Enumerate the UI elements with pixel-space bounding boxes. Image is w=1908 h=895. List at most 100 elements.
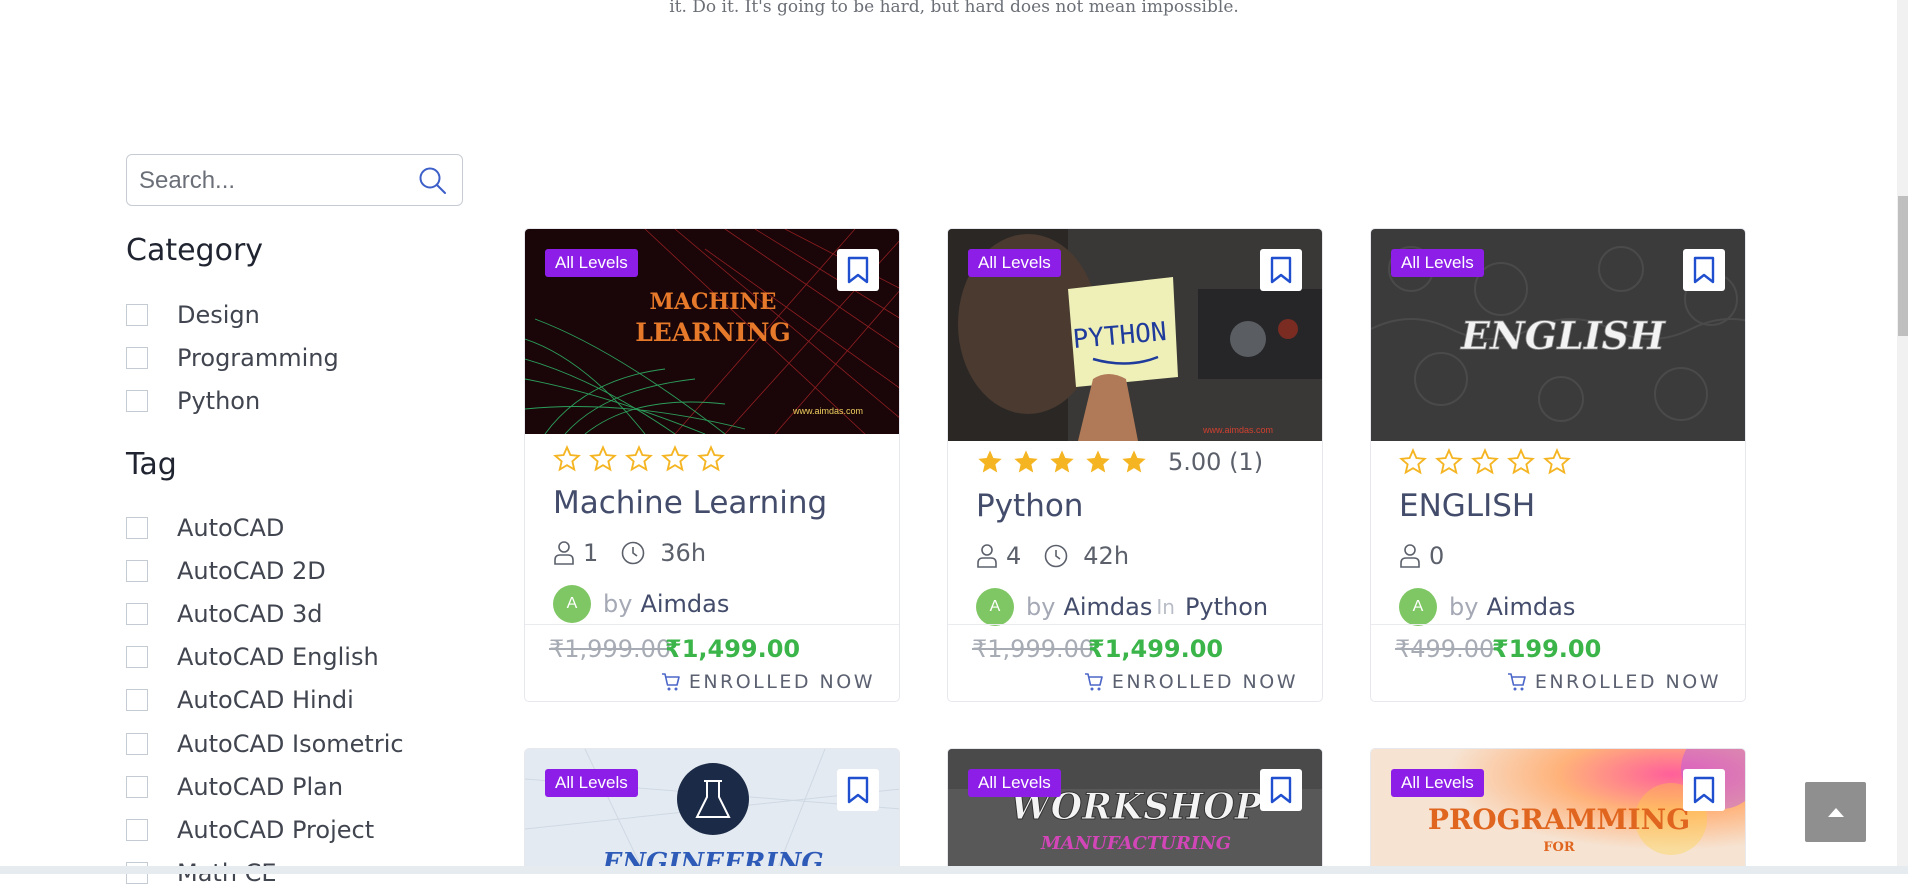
cart-icon bbox=[661, 673, 680, 691]
scrollbar-thumb[interactable] bbox=[1898, 196, 1908, 336]
tag-filter-item[interactable]: AutoCAD English bbox=[126, 636, 404, 679]
checkbox[interactable] bbox=[126, 602, 148, 625]
category-filter-item[interactable]: Python bbox=[126, 379, 339, 422]
student-count: 1 bbox=[583, 539, 599, 567]
course-card[interactable]: ENGINEERING All Levels bbox=[524, 748, 900, 874]
star-empty-icon bbox=[1399, 448, 1427, 475]
course-title[interactable]: Machine Learning bbox=[553, 485, 827, 521]
thumb-subtitle: FOR bbox=[1543, 840, 1575, 855]
filter-label: AutoCAD Plan bbox=[177, 772, 344, 801]
checkbox[interactable] bbox=[126, 516, 148, 539]
filter-label: AutoCAD 3d bbox=[177, 599, 323, 628]
original-price: ₹499.00 bbox=[1395, 635, 1495, 663]
filter-label: Design bbox=[177, 300, 260, 329]
course-title[interactable]: ENGLISH bbox=[1399, 488, 1535, 524]
category-filter-item[interactable]: Programming bbox=[126, 336, 339, 379]
tag-filter-item[interactable]: AutoCAD Hindi bbox=[126, 679, 404, 722]
tag-filter-item[interactable]: AutoCAD bbox=[126, 506, 404, 549]
bookmark-button[interactable] bbox=[1260, 769, 1302, 811]
author-link[interactable]: Aimdas bbox=[640, 590, 729, 618]
checkbox[interactable] bbox=[126, 303, 148, 326]
avatar[interactable]: A bbox=[553, 585, 591, 623]
search-input[interactable] bbox=[137, 164, 411, 198]
star-empty-icon bbox=[1543, 448, 1571, 475]
scrollbar-track[interactable] bbox=[1897, 0, 1908, 874]
avatar[interactable]: A bbox=[1399, 588, 1437, 626]
course-author: A by Aimdas bbox=[1399, 588, 1575, 626]
filter-label: Python bbox=[177, 386, 261, 415]
star-rating: 5.00 (1) bbox=[976, 448, 1263, 476]
category-link[interactable]: Python bbox=[1185, 593, 1268, 621]
back-to-top-button[interactable] bbox=[1805, 782, 1866, 842]
cart-icon bbox=[1084, 673, 1103, 691]
category-heading: Category bbox=[126, 233, 264, 268]
bookmark-icon bbox=[1270, 256, 1292, 284]
avatar[interactable]: A bbox=[976, 588, 1014, 626]
bookmark-button[interactable] bbox=[1683, 769, 1725, 811]
course-thumbnail[interactable]: ENGINEERING bbox=[525, 749, 900, 874]
in-label: In bbox=[1156, 595, 1175, 619]
tag-filter-item[interactable]: AutoCAD Isometric bbox=[126, 722, 404, 765]
clock-icon bbox=[1044, 544, 1068, 568]
star-empty-icon bbox=[661, 445, 689, 472]
course-meta: 1 36h bbox=[553, 539, 706, 567]
bookmark-button[interactable] bbox=[1683, 249, 1725, 291]
checkbox[interactable] bbox=[126, 646, 148, 669]
checkbox[interactable] bbox=[126, 389, 148, 412]
filter-label: AutoCAD Isometric bbox=[177, 729, 404, 758]
clock-icon bbox=[621, 541, 645, 565]
thumb-title-line2: LEARNING bbox=[635, 318, 791, 347]
card-footer: ₹499.00 ₹199.00 ENROLLED NOW bbox=[1371, 624, 1745, 701]
bookmark-button[interactable] bbox=[837, 249, 879, 291]
bookmark-button[interactable] bbox=[837, 769, 879, 811]
category-filter-item[interactable]: Design bbox=[126, 293, 339, 336]
tag-heading: Tag bbox=[126, 447, 177, 482]
checkbox[interactable] bbox=[126, 346, 148, 369]
course-card[interactable]: MACHINE LEARNING www.aimdas.com All Leve… bbox=[524, 228, 900, 702]
level-badge: All Levels bbox=[968, 769, 1061, 797]
thumb-title-line1: MACHINE bbox=[650, 289, 777, 315]
level-badge: All Levels bbox=[545, 249, 638, 277]
star-empty-icon bbox=[1507, 448, 1535, 475]
author-link[interactable]: Aimdas bbox=[1486, 593, 1575, 621]
tag-filter-item[interactable]: AutoCAD 3d bbox=[126, 592, 404, 635]
checkbox[interactable] bbox=[126, 559, 148, 582]
tag-filter-item[interactable]: AutoCAD 2D bbox=[126, 549, 404, 592]
tag-filter-item[interactable]: AutoCAD Plan bbox=[126, 765, 404, 808]
checkbox[interactable] bbox=[126, 732, 148, 755]
bookmark-icon bbox=[847, 776, 869, 804]
student-count: 0 bbox=[1429, 542, 1445, 570]
checkbox[interactable] bbox=[126, 689, 148, 712]
course-thumbnail[interactable]: WORKSHOP MANUFACTURING bbox=[948, 749, 1323, 874]
bookmark-button[interactable] bbox=[1260, 249, 1302, 291]
search-icon[interactable] bbox=[418, 166, 448, 196]
course-card[interactable]: PROGRAMMING FOR All Levels bbox=[1370, 748, 1746, 874]
course-title[interactable]: Python bbox=[976, 488, 1083, 524]
star-rating bbox=[553, 445, 733, 473]
filter-label: AutoCAD Hindi bbox=[177, 686, 354, 715]
star-filled-icon bbox=[1122, 450, 1146, 473]
course-duration: 36h bbox=[660, 539, 707, 567]
checkbox[interactable] bbox=[126, 775, 148, 798]
enroll-label: ENROLLED NOW bbox=[688, 671, 875, 693]
star-filled-icon bbox=[1014, 450, 1038, 473]
enroll-label: ENROLLED NOW bbox=[1534, 671, 1721, 693]
tag-filter-item[interactable]: AutoCAD Project bbox=[126, 808, 404, 851]
search-box bbox=[126, 154, 463, 206]
category-filter-list: Design Programming Python bbox=[126, 293, 339, 423]
course-card[interactable]: ENGLISH All Levels ENGLISH 0 A by Aimdas… bbox=[1370, 228, 1746, 702]
course-card[interactable]: WORKSHOP MANUFACTURING All Levels bbox=[947, 748, 1323, 874]
enroll-button[interactable]: ENROLLED NOW bbox=[1084, 671, 1298, 693]
user-icon bbox=[554, 541, 574, 565]
bottom-divider bbox=[0, 866, 1908, 874]
course-card[interactable]: PYTHON www.aimdas.com All Levels 5.00 (1… bbox=[947, 228, 1323, 702]
course-duration: 42h bbox=[1083, 542, 1130, 570]
checkbox[interactable] bbox=[126, 818, 148, 841]
cart-icon bbox=[1507, 673, 1526, 691]
star-empty-icon bbox=[553, 445, 581, 472]
star-empty-icon bbox=[1435, 448, 1463, 475]
enroll-button[interactable]: ENROLLED NOW bbox=[1507, 671, 1721, 693]
author-link[interactable]: Aimdas bbox=[1063, 593, 1152, 621]
course-thumbnail[interactable]: PROGRAMMING FOR bbox=[1371, 749, 1746, 874]
enroll-button[interactable]: ENROLLED NOW bbox=[661, 671, 875, 693]
